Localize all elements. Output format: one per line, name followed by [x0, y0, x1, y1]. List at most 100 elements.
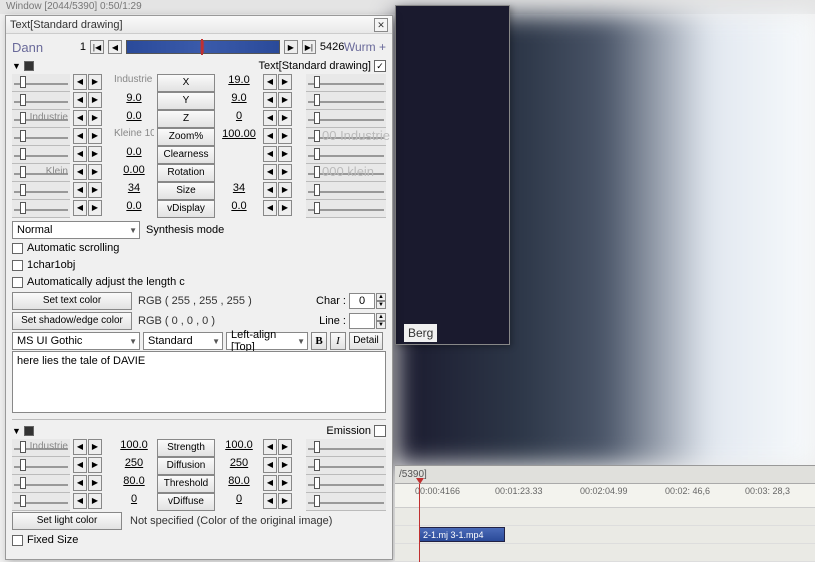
emission-vdiffuse-nudge-l[interactable]: ◀▶ [73, 493, 111, 511]
param-x-slider-r[interactable] [306, 74, 386, 92]
param-z-nudge-r[interactable]: ◀▶ [263, 110, 303, 128]
param-y-name-button[interactable]: Y [157, 92, 215, 110]
emission-strength-value-r[interactable]: 100.0 [218, 439, 260, 457]
param-zoom%-nudge-r[interactable]: ◀▶ [263, 128, 303, 146]
frame-prev-button[interactable]: ◀ [108, 40, 122, 54]
param-z-slider-l[interactable]: Industrie [12, 110, 70, 128]
emission-diffusion-name-button[interactable]: Diffusion [157, 457, 215, 475]
param-z-value-l[interactable]: 0.0 [114, 110, 154, 128]
auto-scroll-checkbox[interactable] [12, 243, 23, 254]
param-size-slider-l[interactable] [12, 182, 70, 200]
char-spin-up[interactable]: ▲ [376, 293, 386, 301]
emission-enable-checkbox[interactable] [374, 425, 386, 437]
param-y-nudge-l[interactable]: ◀▶ [73, 92, 111, 110]
param-clearness-name-button[interactable]: Clearness [157, 146, 215, 164]
param-clearness-value-l[interactable]: 0.0 [114, 146, 154, 164]
emission-vdiffuse-slider-l[interactable] [12, 493, 70, 511]
param-size-slider-r[interactable] [306, 182, 386, 200]
param-z-value-r[interactable]: 0 [218, 110, 260, 128]
param-zoom%-slider-r[interactable]: 00 Industrie [306, 128, 386, 146]
param-y-slider-r[interactable] [306, 92, 386, 110]
timeline-track-2[interactable]: 2-1.mj 3-1.mp4 [395, 526, 815, 544]
param-vdisplay-slider-r[interactable] [306, 200, 386, 218]
emission-diffusion-value-r[interactable]: 250 [218, 457, 260, 475]
bold-button[interactable]: B [311, 332, 327, 350]
emission-threshold-slider-r[interactable] [306, 475, 386, 493]
param-y-value-r[interactable]: 9.0 [218, 92, 260, 110]
auto-adjust-checkbox[interactable] [12, 277, 23, 288]
char1obj-checkbox[interactable] [12, 260, 23, 271]
param-vdisplay-value-l[interactable]: 0.0 [114, 200, 154, 218]
collapse-toggle-icon[interactable]: ▼ [12, 61, 21, 71]
param-vdisplay-nudge-l[interactable]: ◀▶ [73, 200, 111, 218]
param-zoom%-name-button[interactable]: Zoom% [157, 128, 215, 146]
param-clearness-nudge-l[interactable]: ◀▶ [73, 146, 111, 164]
font-family-select[interactable]: MS UI Gothic▼ [12, 332, 140, 350]
char-spin-input[interactable] [349, 293, 375, 309]
timeline-clip[interactable]: 2-1.mj 3-1.mp4 [419, 527, 505, 542]
emission-strength-value-l[interactable]: 100.0 [114, 439, 154, 457]
param-rotation-slider-l[interactable]: Klein [12, 164, 70, 182]
param-size-nudge-l[interactable]: ◀▶ [73, 182, 111, 200]
line-spin-input[interactable] [349, 313, 375, 329]
param-rotation-slider-r[interactable]: 000 klein [306, 164, 386, 182]
emission-vdiffuse-value-r[interactable]: 0 [218, 493, 260, 511]
emission-vdiffuse-value-l[interactable]: 0 [114, 493, 154, 511]
emission-strength-name-button[interactable]: Strength [157, 439, 215, 457]
param-x-nudge-r[interactable]: ◀▶ [263, 74, 303, 92]
text-align-select[interactable]: Left-align [Top]▼ [226, 332, 308, 350]
param-x-value-r[interactable]: 19.0 [218, 74, 260, 92]
emission-vdiffuse-nudge-r[interactable]: ◀▶ [263, 493, 303, 511]
param-vdisplay-name-button[interactable]: vDisplay [157, 200, 215, 218]
emission-threshold-value-r[interactable]: 80.0 [218, 475, 260, 493]
emission-threshold-value-l[interactable]: 80.0 [114, 475, 154, 493]
param-x-name-button[interactable]: X [157, 74, 215, 92]
emission-threshold-nudge-l[interactable]: ◀▶ [73, 475, 111, 493]
emission-strength-nudge-l[interactable]: ◀▶ [73, 439, 111, 457]
frame-slider[interactable] [126, 40, 280, 54]
emission-threshold-nudge-r[interactable]: ◀▶ [263, 475, 303, 493]
param-vdisplay-value-r[interactable]: 0.0 [218, 200, 260, 218]
param-clearness-slider-r[interactable] [306, 146, 386, 164]
close-icon[interactable]: ✕ [374, 18, 388, 32]
line-spin-up[interactable]: ▲ [376, 313, 386, 321]
param-rotation-name-button[interactable]: Rotation [157, 164, 215, 182]
param-zoom%-nudge-l[interactable]: ◀▶ [73, 128, 111, 146]
param-y-nudge-r[interactable]: ◀▶ [263, 92, 303, 110]
set-light-color-button[interactable]: Set light color [12, 512, 122, 530]
timeline-ruler[interactable]: 00:00:416600:01:23.3300:02:04.9900:02: 4… [395, 484, 815, 508]
frame-first-button[interactable]: |◀ [90, 40, 104, 54]
param-z-slider-r[interactable] [306, 110, 386, 128]
emission-strength-slider-r[interactable] [306, 439, 386, 457]
fixed-size-checkbox[interactable] [12, 535, 23, 546]
emission-diffusion-slider-r[interactable] [306, 457, 386, 475]
emission-threshold-slider-l[interactable] [12, 475, 70, 493]
param-zoom%-slider-l[interactable] [12, 128, 70, 146]
emission-diffusion-slider-l[interactable] [12, 457, 70, 475]
param-vdisplay-slider-l[interactable] [12, 200, 70, 218]
param-clearness-slider-l[interactable] [12, 146, 70, 164]
drawing-enable-checkbox[interactable] [374, 60, 386, 72]
param-y-value-l[interactable]: 9.0 [114, 92, 154, 110]
emission-vdiffuse-slider-r[interactable] [306, 493, 386, 511]
param-x-slider-l[interactable] [12, 74, 70, 92]
timeline-track-1[interactable] [395, 508, 815, 526]
param-size-name-button[interactable]: Size [157, 182, 215, 200]
emission-diffusion-value-l[interactable]: 250 [114, 457, 154, 475]
set-text-color-button[interactable]: Set text color [12, 292, 132, 310]
param-rotation-value-r[interactable] [218, 164, 260, 182]
emission-vdiffuse-name-button[interactable]: vDiffuse [157, 493, 215, 511]
text-content-input[interactable]: here lies the tale of DAVIE [12, 351, 386, 413]
param-y-slider-l[interactable] [12, 92, 70, 110]
param-clearness-value-r[interactable] [218, 146, 260, 164]
detail-button[interactable]: Detail [349, 332, 383, 350]
emission-collapse-icon[interactable]: ▼ [12, 426, 21, 436]
emission-diffusion-nudge-r[interactable]: ◀▶ [263, 457, 303, 475]
param-x-nudge-l[interactable]: ◀▶ [73, 74, 111, 92]
param-size-value-l[interactable]: 34 [114, 182, 154, 200]
font-style-select[interactable]: Standard▼ [143, 332, 223, 350]
dialog-titlebar[interactable]: Text[Standard drawing] ✕ [6, 16, 392, 34]
param-rotation-value-l[interactable]: 0.00 [114, 164, 154, 182]
param-size-value-r[interactable]: 34 [218, 182, 260, 200]
param-clearness-nudge-r[interactable]: ◀▶ [263, 146, 303, 164]
